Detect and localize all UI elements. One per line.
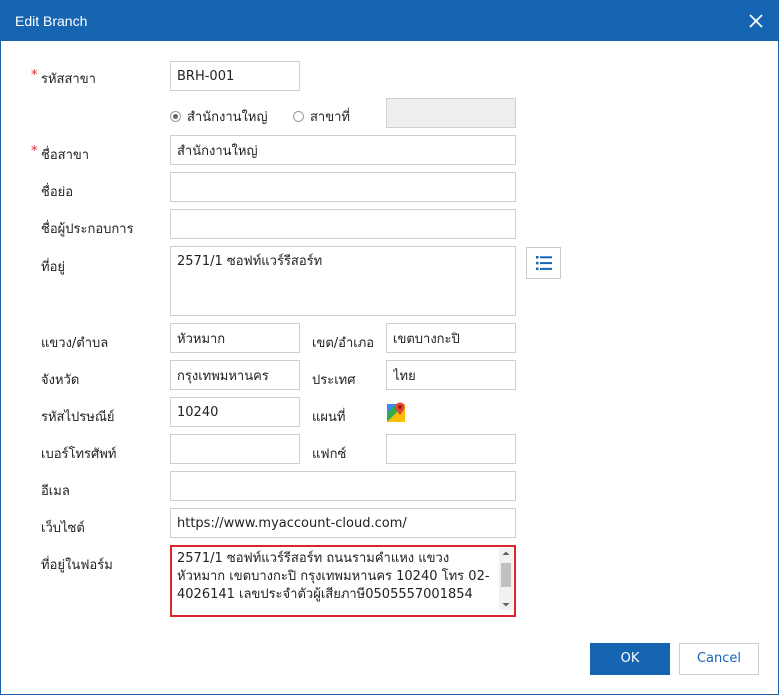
- website-label: เว็บไซต์: [41, 521, 85, 536]
- district-input[interactable]: [386, 323, 516, 353]
- province-input[interactable]: [170, 360, 300, 390]
- cancel-button[interactable]: Cancel: [679, 643, 759, 675]
- scrollbar-thumb[interactable]: [501, 563, 511, 587]
- branch-name-input[interactable]: [170, 135, 516, 165]
- email-input[interactable]: [170, 471, 516, 501]
- branch-number-input[interactable]: [386, 98, 516, 128]
- map-label: แผนที่: [312, 410, 346, 425]
- short-name-label: ชื่อย่อ: [41, 185, 74, 200]
- close-button[interactable]: [744, 9, 768, 33]
- branch-code-label: รหัสสาขา: [41, 72, 96, 87]
- country-input[interactable]: [386, 360, 516, 390]
- radio-selected-indicator: [170, 111, 181, 122]
- close-icon: [749, 14, 763, 28]
- short-name-input[interactable]: [170, 172, 516, 202]
- province-label: จังหวัด: [41, 373, 80, 388]
- postal-code-label: รหัสไปรษณีย์: [41, 410, 115, 425]
- address-label: ที่อยู่: [41, 260, 65, 275]
- form-address-scrollbar[interactable]: [499, 548, 513, 610]
- phone-label: เบอร์โทรศัพท์: [41, 447, 117, 462]
- form-address-label: ที่อยู่ในฟอร์ม: [41, 558, 113, 573]
- dialog-titlebar: Edit Branch: [1, 1, 778, 41]
- dialog-title: Edit Branch: [15, 13, 88, 29]
- fax-input[interactable]: [386, 434, 516, 464]
- website-input[interactable]: [170, 508, 516, 538]
- chevron-down-icon: [502, 603, 510, 607]
- edit-branch-dialog: Edit Branch * รหัสสาขา สำนักงานใหญ่ สาขา…: [0, 0, 779, 695]
- radio-unselected-indicator: [293, 111, 304, 122]
- phone-input[interactable]: [170, 434, 300, 464]
- form-address-field: 2571/1 ซอฟท์แวร์รีสอร์ท ถนนรามคำแหง แขวง…: [170, 545, 516, 617]
- ok-button[interactable]: OK: [590, 643, 670, 675]
- chevron-up-icon: [502, 551, 510, 555]
- map-button[interactable]: [386, 402, 406, 424]
- district-label: เขต/อำเภอ: [312, 336, 375, 351]
- country-label: ประเทศ: [312, 373, 356, 388]
- subdistrict-label: แขวง/ตำบล: [41, 336, 109, 351]
- head-office-radio[interactable]: สำนักงานใหญ่: [170, 106, 268, 127]
- branch-name-label: ชื่อสาขา: [41, 148, 90, 163]
- required-marker: *: [31, 68, 38, 83]
- branch-number-label: สาขาที่: [310, 110, 350, 125]
- postal-code-input[interactable]: [170, 397, 300, 427]
- operator-name-label: ชื่อผู้ประกอบการ: [41, 222, 134, 237]
- required-marker: *: [31, 144, 38, 159]
- branch-number-radio[interactable]: สาขาที่: [293, 106, 350, 127]
- branch-code-input[interactable]: [170, 61, 300, 91]
- fax-label: แฟกซ์: [312, 447, 347, 462]
- subdistrict-input[interactable]: [170, 323, 300, 353]
- address-list-button[interactable]: [526, 247, 561, 279]
- head-office-label: สำนักงานใหญ่: [187, 110, 268, 125]
- list-icon: [536, 256, 552, 271]
- form-address-textarea[interactable]: 2571/1 ซอฟท์แวร์รีสอร์ท ถนนรามคำแหง แขวง…: [170, 545, 516, 617]
- address-textarea[interactable]: 2571/1 ซอฟท์แวร์รีสอร์ท: [170, 246, 516, 316]
- operator-name-input[interactable]: [170, 209, 516, 239]
- email-label: อีเมล: [41, 484, 70, 499]
- google-maps-icon: [387, 402, 405, 422]
